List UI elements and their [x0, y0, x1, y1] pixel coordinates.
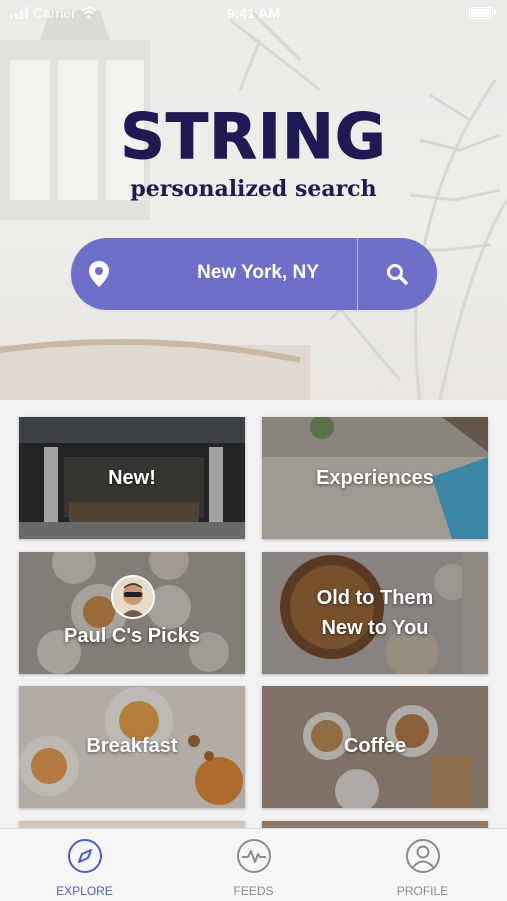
tile-experiences[interactable]: Experiences	[262, 417, 488, 539]
location-search-bar[interactable]: New York, NY	[71, 238, 437, 310]
tile-breakfast[interactable]: Breakfast	[19, 686, 245, 808]
app-title: STRING	[120, 100, 387, 174]
compass-icon	[68, 839, 102, 873]
avatar-image	[113, 577, 153, 617]
tile-experiences-label: Experiences	[316, 467, 434, 489]
status-bar: Carrier 9:41 AM	[0, 0, 507, 28]
tile-breakfast-label: Breakfast	[86, 735, 178, 757]
avatar	[111, 575, 155, 619]
tab-profile[interactable]: PROFILE	[338, 829, 507, 901]
category-grid: New! Experiences Paul C's Picks Old to T…	[0, 400, 507, 831]
location-pin-icon[interactable]	[87, 260, 111, 288]
app-subtitle: personalized search	[130, 176, 377, 202]
magnifier-icon	[387, 264, 408, 285]
search-button[interactable]	[358, 238, 437, 310]
tab-feeds-label: FEEDS	[233, 884, 274, 898]
pulse-icon	[237, 839, 271, 873]
tab-feeds[interactable]: FEEDS	[169, 829, 338, 901]
tile-new[interactable]: New!	[19, 417, 245, 539]
tile-paul-picks-label: Paul C's Picks	[64, 625, 200, 647]
tile-old-to-them-label-line2: New to You	[321, 617, 429, 639]
tile-new-label: New!	[108, 467, 156, 489]
user-icon	[406, 839, 440, 873]
tab-bar: EXPLORE FEEDS PROFILE	[0, 828, 507, 901]
status-time: 9:41 AM	[226, 5, 281, 21]
tab-explore-label: EXPLORE	[56, 884, 113, 898]
tile-coffee-label: Coffee	[343, 735, 407, 757]
tile-coffee[interactable]: Coffee	[262, 686, 488, 808]
tab-explore[interactable]: EXPLORE	[0, 829, 169, 901]
battery-icon	[469, 7, 496, 19]
hero-header: Carrier 9:41 AM STRING personalized sear…	[0, 0, 507, 400]
tile-paul-picks[interactable]: Paul C's Picks	[19, 552, 245, 674]
tile-old-to-them-label-line1: Old to Them	[316, 587, 434, 609]
tab-profile-label: PROFILE	[396, 884, 449, 898]
location-text[interactable]: New York, NY	[133, 262, 383, 284]
tile-old-to-them[interactable]: Old to Them New to You	[262, 552, 488, 674]
